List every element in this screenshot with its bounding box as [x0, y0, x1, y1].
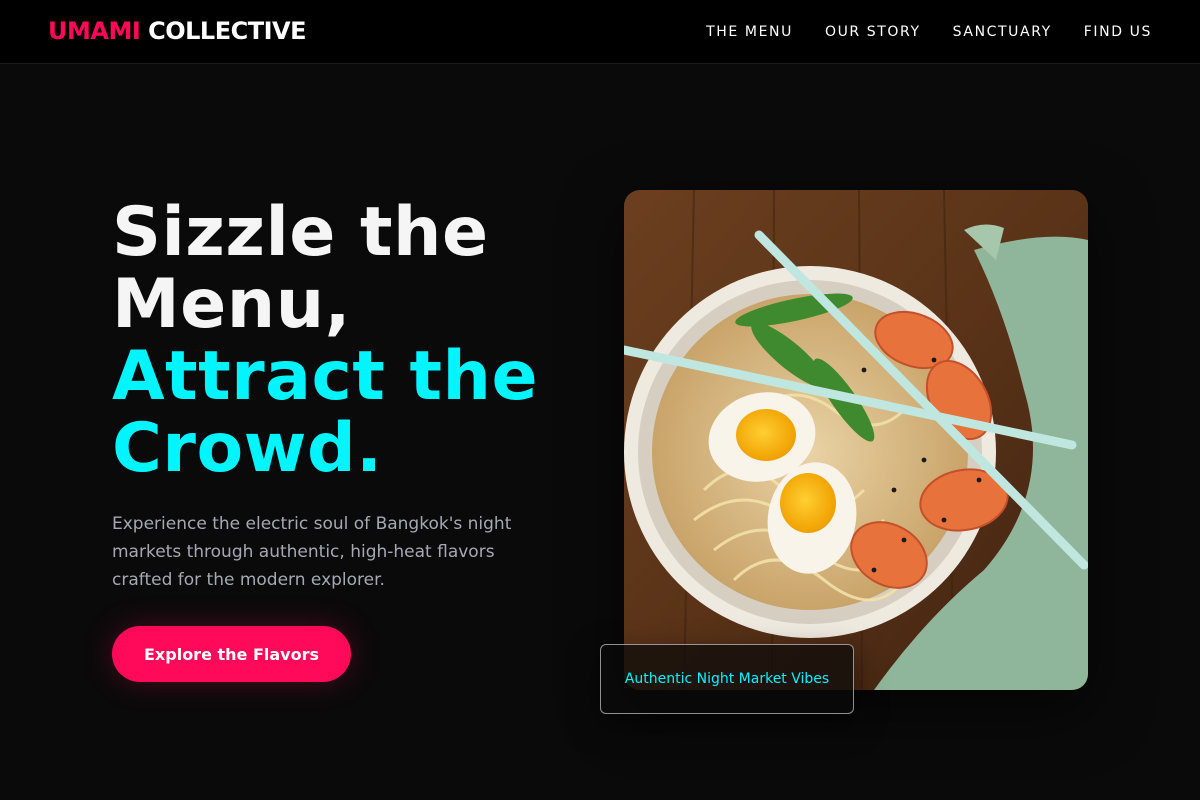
headline-line-3: Attract the [112, 337, 539, 416]
main-nav: THE MENU OUR STORY SANCTUARY FIND US [706, 22, 1152, 42]
site-header: UMAMI COLLECTIVE THE MENU OUR STORY SANC… [0, 0, 1200, 64]
ramen-bowl-photo [624, 190, 1088, 690]
brand-rest-text: COLLECTIVE [148, 17, 307, 45]
nav-link-find-us[interactable]: FIND US [1084, 22, 1152, 42]
nav-link-menu[interactable]: THE MENU [706, 22, 793, 42]
explore-flavors-button[interactable]: Explore the Flavors [112, 626, 351, 682]
nav-link-sanctuary[interactable]: SANCTUARY [953, 22, 1052, 42]
headline-line-2: Menu, [112, 265, 351, 344]
headline-line-1: Sizzle the [112, 193, 489, 272]
hero-subtitle: Experience the electric soul of Bangkok'… [112, 514, 512, 590]
brand-logo[interactable]: UMAMI COLLECTIVE [48, 16, 307, 46]
hero-section: Sizzle the Menu, Attract the Crowd. Expe… [0, 65, 1200, 800]
headline-line-4: Crowd. [112, 409, 383, 488]
night-market-badge: Authentic Night Market Vibes [600, 644, 854, 714]
nav-link-story[interactable]: OUR STORY [825, 22, 921, 42]
brand-accent-text: UMAMI [48, 17, 141, 45]
hero-headline: Sizzle the Menu, Attract the Crowd. [112, 197, 592, 485]
